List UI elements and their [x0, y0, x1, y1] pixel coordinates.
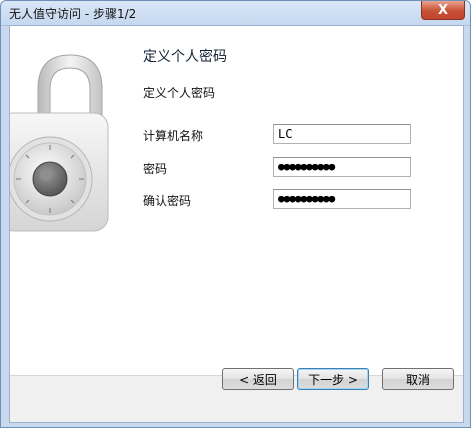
title-bar[interactable]: 无人值守访问 - 步骤1/2 X	[1, 1, 470, 26]
password-label: 密码	[143, 162, 168, 176]
password-field[interactable]: ●●●●●●●●●●	[273, 157, 411, 177]
confirm-password-field[interactable]: ●●●●●●●●●●	[273, 189, 411, 209]
back-button[interactable]: < 返回	[222, 368, 294, 390]
wizard-content: 定义个人密码 定义个人密码 计算机名称 密码 ●●●●●●●●●● 确认密码 ●…	[9, 25, 464, 423]
wizard-window: 无人值守访问 - 步骤1/2 X 定义个人密码 定义个人密码 计算机名称 LC …	[0, 0, 471, 428]
page-title: 定义个人密码	[143, 49, 227, 65]
confirm-password-label: 确认密码	[143, 194, 192, 208]
close-button[interactable]: X	[421, 1, 465, 20]
padlock-icon	[10, 54, 109, 232]
page-subtitle: 定义个人密码	[143, 86, 216, 100]
close-icon: X	[437, 2, 449, 18]
cancel-button[interactable]: 取消	[382, 368, 454, 390]
window-title: 无人值守访问 - 步骤1/2	[9, 7, 137, 21]
next-button[interactable]: 下一步 >	[297, 368, 369, 390]
computer-name-label: 计算机名称	[143, 129, 204, 143]
computer-name-field[interactable]	[273, 124, 411, 144]
